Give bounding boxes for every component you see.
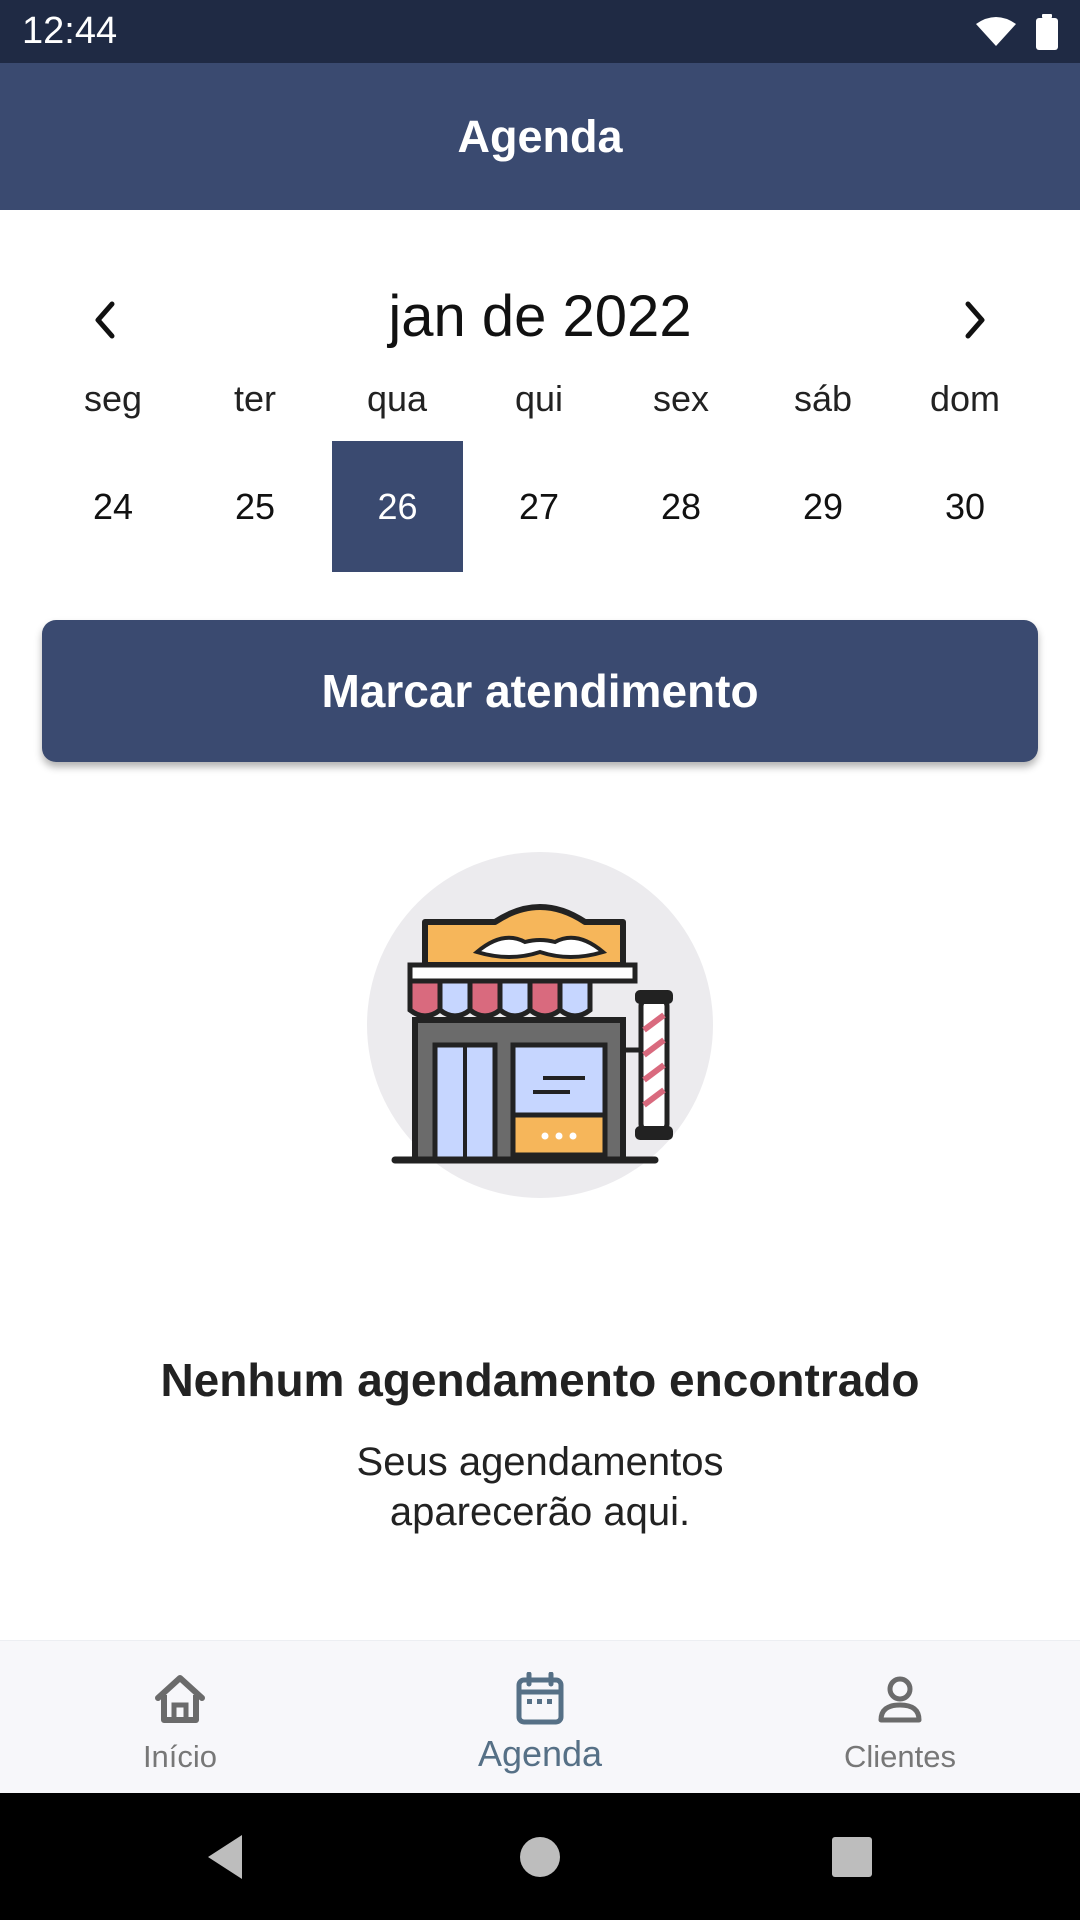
day-cell-selected[interactable]: 26 (332, 441, 463, 572)
bottom-navigation: Início Agenda Clientes (0, 1640, 1080, 1794)
home-icon (155, 1675, 205, 1723)
wifi-icon (976, 17, 1016, 46)
weekday-label: sex (652, 378, 710, 419)
day-cell[interactable]: 29 (752, 441, 894, 572)
page-title: Agenda (457, 110, 623, 162)
system-navigation-bar (0, 1793, 1080, 1920)
nav-item-inicio[interactable]: Início (60, 1641, 300, 1794)
book-appointment-button[interactable]: Marcar atendimento (42, 620, 1038, 762)
nav-label-clientes: Clientes (844, 1739, 956, 1774)
nav-item-clientes[interactable]: Clientes (780, 1641, 1020, 1794)
back-icon[interactable] (198, 1829, 254, 1885)
calendar-icon (516, 1672, 564, 1725)
empty-state-line1: Seus agendamentos (356, 1440, 724, 1484)
weekday-label: sáb (793, 378, 853, 419)
empty-state-message: Seus agendamentos aparecerão aqui. (0, 1437, 1080, 1537)
status-icons (976, 12, 1058, 52)
status-time: 12:44 (22, 10, 118, 52)
chevron-right-icon (965, 301, 985, 339)
weekday-label: qui (514, 378, 564, 419)
weekday-label: qua (366, 378, 428, 419)
month-label: jan de 2022 (388, 284, 692, 349)
nav-label-agenda: Agenda (477, 1733, 603, 1774)
weekday-label: dom (929, 378, 1001, 419)
empty-state-title: Nenhum agendamento encontrado (160, 1354, 920, 1406)
month-navigation: jan de 2022 (0, 265, 1080, 365)
day-cell[interactable]: 24 (42, 441, 184, 572)
next-month-button[interactable] (940, 285, 1010, 355)
battery-icon (1036, 14, 1058, 50)
nav-item-agenda[interactable]: Agenda (420, 1641, 660, 1794)
weekday-label: seg (83, 378, 143, 419)
empty-state-line2: aparecerão aqui. (389, 1490, 691, 1534)
day-cell[interactable]: 27 (468, 441, 610, 572)
week-days-row: 24 25 26 27 28 29 30 (42, 441, 1042, 572)
day-cell[interactable]: 30 (894, 441, 1036, 572)
app-bar: Agenda (0, 63, 1080, 210)
day-cell[interactable]: 28 (610, 441, 752, 572)
barbershop-icon (367, 852, 713, 1198)
status-bar: 12:44 (0, 0, 1080, 63)
home-circle-icon[interactable] (512, 1829, 568, 1885)
nav-label-inicio: Início (142, 1739, 218, 1774)
person-icon (878, 1676, 922, 1723)
recents-icon[interactable] (824, 1829, 880, 1885)
day-cell[interactable]: 25 (184, 441, 326, 572)
weekday-label: ter (233, 378, 276, 419)
weekday-header: seg ter qua qui sex sáb dom (42, 378, 1042, 420)
